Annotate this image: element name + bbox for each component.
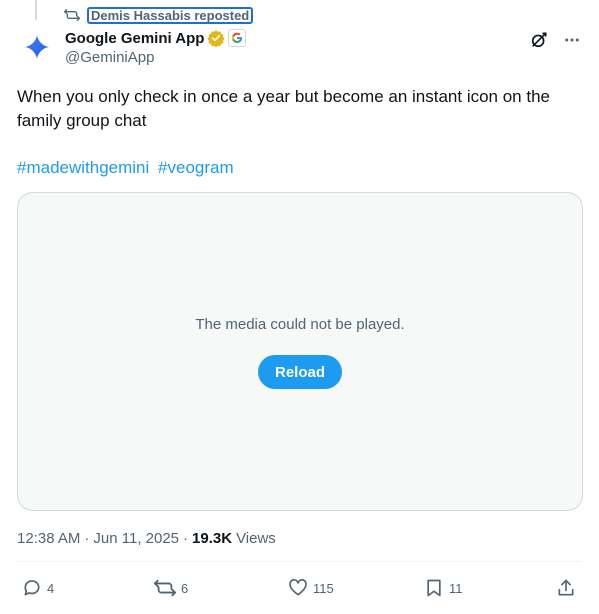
bookmark-icon xyxy=(424,578,444,598)
share-icon xyxy=(556,578,576,598)
media-error-message: The media could not be played. xyxy=(195,316,405,333)
like-button[interactable]: 115 xyxy=(288,578,334,598)
reply-icon xyxy=(22,578,42,598)
views-label: Views xyxy=(236,530,276,547)
avatar[interactable] xyxy=(17,29,57,69)
thread-line xyxy=(35,0,37,20)
reply-button[interactable]: 4 xyxy=(22,578,54,598)
repost-icon xyxy=(154,578,176,598)
hashtag-link[interactable]: #veogram xyxy=(158,158,234,177)
bookmark-count: 11 xyxy=(449,580,463,596)
google-affiliation-icon[interactable] xyxy=(228,29,247,47)
repost-label[interactable]: Demis Hassabis reposted xyxy=(87,6,254,24)
meta-separator: · xyxy=(84,530,90,547)
hashtag-link[interactable]: #madewithgemini xyxy=(17,158,149,177)
bookmark-button[interactable]: 11 xyxy=(424,578,463,598)
reload-button[interactable]: Reload xyxy=(258,355,342,389)
repost-icon xyxy=(64,8,80,22)
author-name-row: Google Gemini App xyxy=(65,28,247,48)
heart-icon xyxy=(288,578,308,598)
tweet-hashtags: #madewithgemini #veogram xyxy=(17,156,238,180)
engagement-bar: 4 6 115 11 xyxy=(22,578,578,602)
gemini-sparkle-icon xyxy=(24,34,50,65)
tweet-text: When you only check in once a year but b… xyxy=(17,87,550,130)
like-count: 115 xyxy=(313,580,334,596)
grok-icon[interactable] xyxy=(529,30,549,50)
top-actions xyxy=(529,30,581,50)
author-handle[interactable]: @GeminiApp xyxy=(65,49,246,66)
gold-verified-icon[interactable] xyxy=(207,29,226,47)
divider xyxy=(17,561,582,562)
reply-count: 4 xyxy=(47,580,55,596)
author-block: Google Gemini App @GeminiApp xyxy=(65,28,247,66)
tweet-time[interactable]: 12:38 AM xyxy=(17,530,80,547)
author-display-name[interactable]: Google Gemini App xyxy=(65,30,204,47)
views-count: 19.3K xyxy=(192,530,233,547)
repost-count: 6 xyxy=(181,580,189,596)
meta-separator: · xyxy=(183,530,189,547)
tweet-date[interactable]: Jun 11, 2025 xyxy=(93,530,179,547)
more-icon[interactable] xyxy=(563,31,581,49)
tweet-page: Demis Hassabis reposted Google Gemini Ap… xyxy=(0,0,599,614)
repost-button[interactable]: 6 xyxy=(154,578,188,598)
repost-context[interactable]: Demis Hassabis reposted xyxy=(64,6,254,24)
media-player[interactable]: The media could not be played. Reload xyxy=(17,192,583,511)
tweet-meta: 12:38 AM · Jun 11, 2025 · 19.3K Views xyxy=(17,530,276,547)
share-button[interactable] xyxy=(556,578,576,598)
